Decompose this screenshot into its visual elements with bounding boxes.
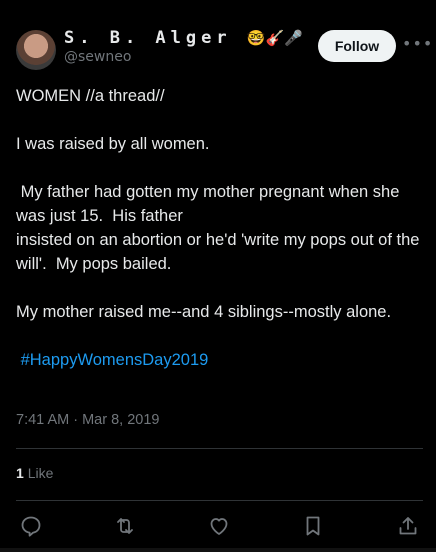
tweet-line: I was raised by all women. xyxy=(16,135,210,153)
likes-count[interactable]: 1 Like xyxy=(16,465,53,481)
more-options-icon[interactable]: ••• xyxy=(402,36,432,56)
likes-number: 1 xyxy=(16,465,24,481)
retweet-icon[interactable] xyxy=(113,514,137,538)
tweet-text: WOMEN //a thread// I was raised by all w… xyxy=(16,84,424,372)
bookmark-icon[interactable] xyxy=(301,514,325,538)
hashtag-link[interactable]: #HappyWomensDay2019 xyxy=(21,351,209,369)
reply-icon[interactable] xyxy=(19,514,43,538)
display-name[interactable]: S. B. Alger 🤓🎸🎤 xyxy=(64,28,303,48)
divider xyxy=(16,448,423,449)
divider xyxy=(16,500,423,501)
user-names: S. B. Alger 🤓🎸🎤 @sewneo xyxy=(64,28,303,65)
action-bar xyxy=(0,510,436,540)
tweet-line: My father had gotten my mother pregnant … xyxy=(16,183,420,273)
tweet-line: WOMEN //a thread// xyxy=(16,87,165,105)
follow-button[interactable]: Follow xyxy=(318,30,396,62)
likes-label: Like xyxy=(27,465,54,481)
avatar[interactable] xyxy=(16,30,56,70)
bottom-divider xyxy=(0,548,436,552)
display-name-emojis: 🤓🎸🎤 xyxy=(246,29,303,47)
tweet-header: S. B. Alger 🤓🎸🎤 @sewneo Follow ••• xyxy=(16,28,432,70)
tweet-line: My mother raised me--and 4 siblings--mos… xyxy=(16,303,392,321)
user-handle[interactable]: @sewneo xyxy=(64,49,303,65)
display-name-text: S. B. Alger xyxy=(64,28,232,48)
tweet-timestamp[interactable]: 7:41 AM · Mar 8, 2019 xyxy=(16,412,159,428)
share-icon[interactable] xyxy=(396,514,420,538)
like-icon[interactable] xyxy=(207,514,231,538)
